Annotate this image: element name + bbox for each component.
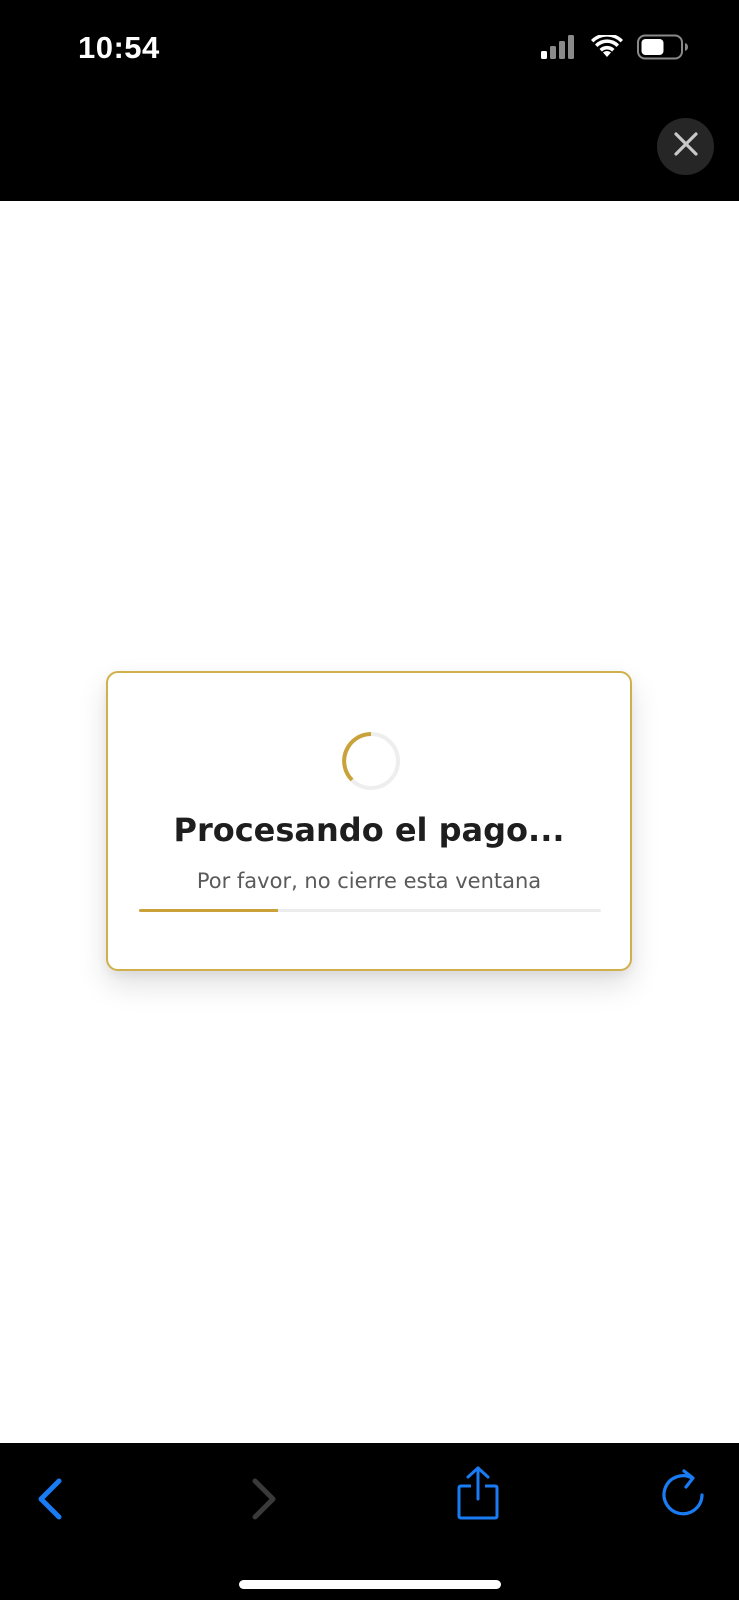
bottom-toolbar: [0, 1443, 739, 1600]
reload-icon: [660, 1468, 708, 1526]
card-title: Procesando el pago...: [173, 811, 565, 849]
wifi-icon: [591, 33, 623, 64]
status-time: 10:54: [78, 30, 160, 65]
battery-icon: [637, 34, 689, 65]
forward-icon: [249, 1477, 279, 1526]
forward-button[interactable]: [234, 1471, 294, 1531]
share-button[interactable]: [448, 1465, 508, 1525]
back-button[interactable]: [20, 1471, 80, 1531]
back-icon: [35, 1477, 65, 1526]
home-indicator: [239, 1580, 501, 1589]
progress-bar-fill: [139, 909, 278, 912]
payment-processing-card: Procesando el pago... Por favor, no cier…: [106, 671, 632, 971]
close-button[interactable]: [657, 118, 714, 175]
cellular-signal-icon: [541, 35, 577, 64]
close-icon: [673, 131, 699, 162]
progress-bar: [139, 909, 601, 912]
share-icon: [456, 1465, 500, 1526]
reload-button[interactable]: [654, 1467, 714, 1527]
card-subtitle: Por favor, no cierre esta ventana: [196, 869, 542, 893]
status-icons: [541, 33, 689, 65]
loading-spinner-icon: [341, 731, 401, 796]
top-bar: 10:54: [0, 0, 739, 201]
